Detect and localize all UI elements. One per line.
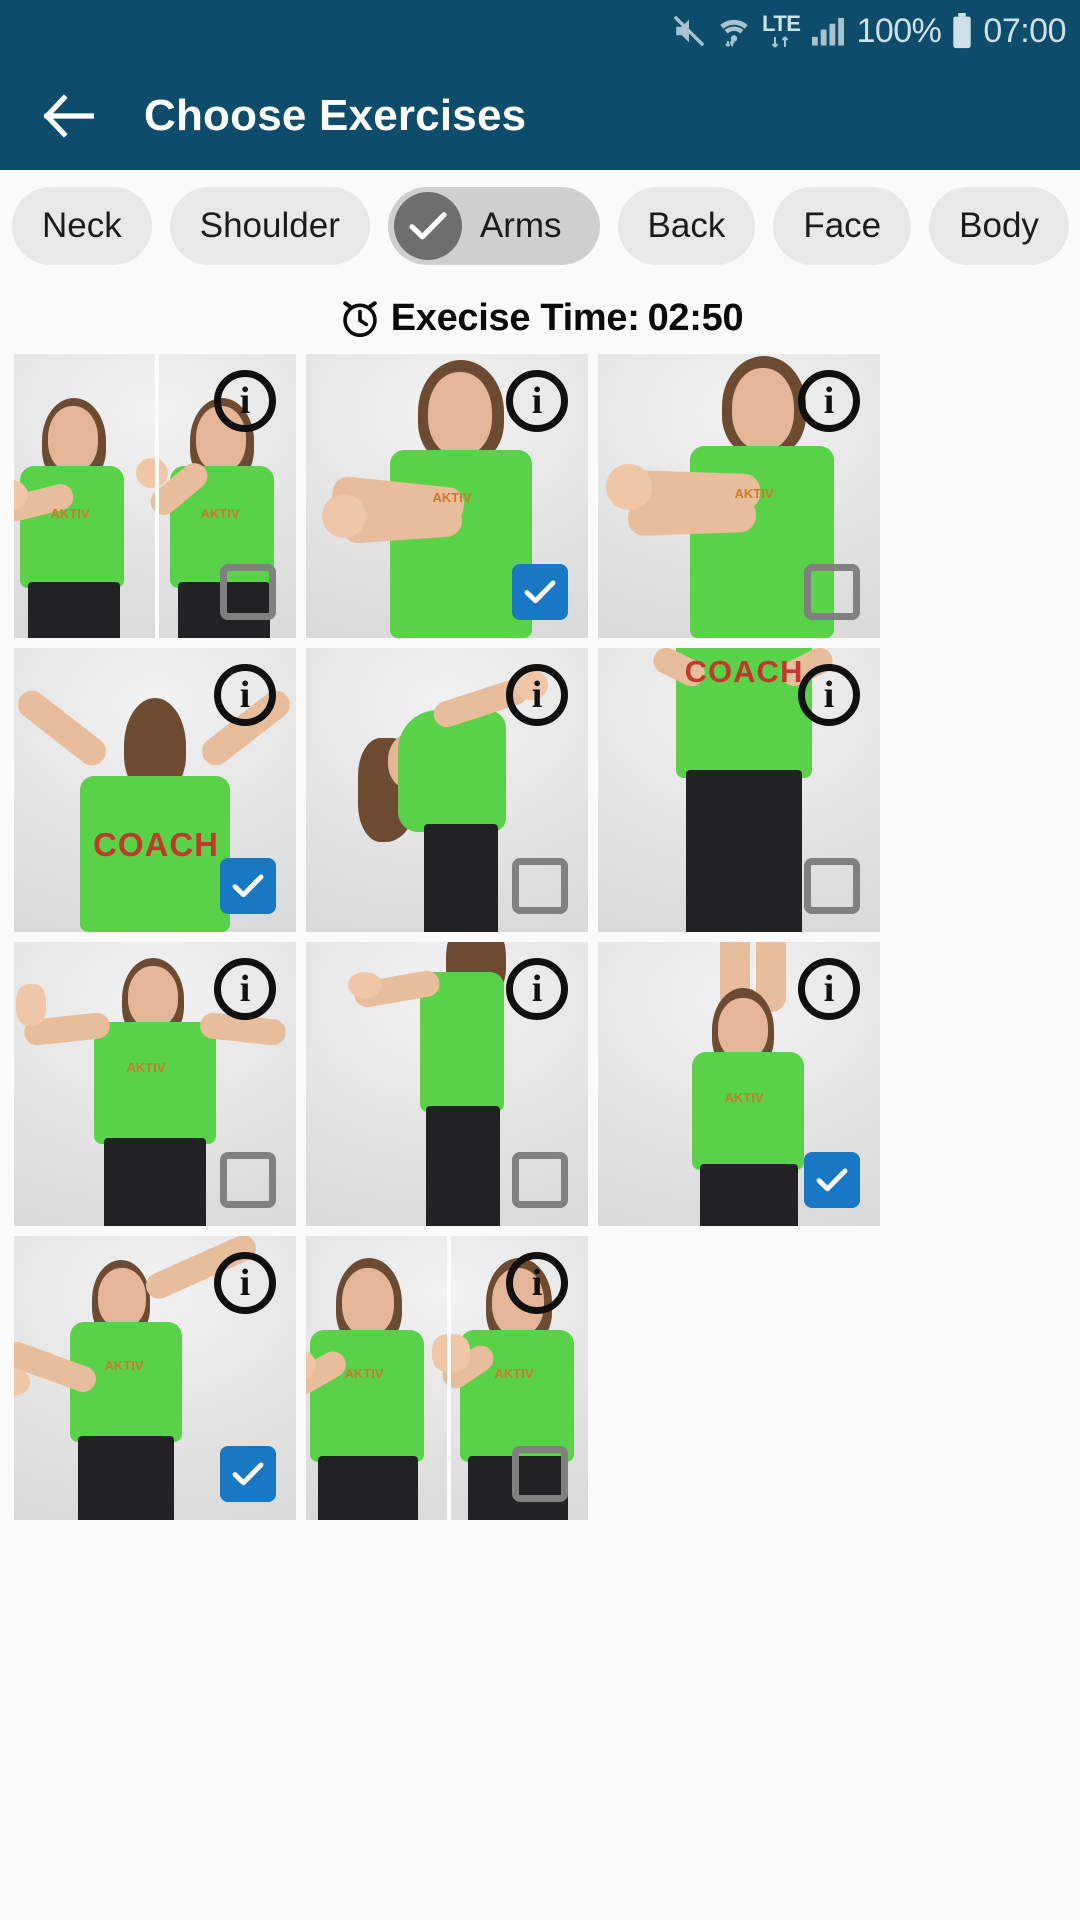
- info-icon[interactable]: i: [798, 370, 860, 432]
- info-icon[interactable]: i: [506, 370, 568, 432]
- chip-check-icon: [393, 192, 462, 260]
- app-bar: Choose Exercises: [0, 62, 1080, 170]
- exercise-time-label: Execise Time:: [390, 296, 640, 339]
- info-glyph: i: [239, 380, 251, 422]
- chip-body[interactable]: Body: [929, 187, 1069, 265]
- info-icon[interactable]: i: [214, 958, 276, 1020]
- info-icon[interactable]: i: [214, 1252, 276, 1314]
- lte-icon: LTE: [762, 11, 801, 49]
- exercise-card-1[interactable]: AKTIV AKTIV i: [14, 354, 296, 638]
- info-icon[interactable]: i: [214, 370, 276, 432]
- chip-label: Neck: [42, 206, 122, 245]
- chip-label: Body: [959, 206, 1039, 245]
- exercise-card-8[interactable]: i: [306, 942, 588, 1226]
- chip-back[interactable]: Back: [617, 187, 756, 265]
- chip-label: Back: [647, 206, 726, 245]
- exercise-card-2[interactable]: AKTIV i: [306, 354, 588, 638]
- exercise-checkbox[interactable]: [804, 564, 860, 620]
- signal-icon: [810, 15, 846, 47]
- chip-label: Face: [803, 206, 882, 245]
- page-title: Choose Exercises: [144, 91, 527, 140]
- info-icon[interactable]: i: [798, 958, 860, 1020]
- exercise-checkbox[interactable]: [512, 858, 568, 914]
- back-button[interactable]: [40, 88, 96, 144]
- shirt-coach-text: COACH: [684, 654, 804, 689]
- exercise-card-5[interactable]: i: [306, 648, 588, 932]
- exercise-checkbox[interactable]: [804, 1152, 860, 1208]
- exercise-card-10[interactable]: AKTIV i: [14, 1236, 296, 1520]
- exercise-card-3[interactable]: AKTIV i: [598, 354, 880, 638]
- battery-percent-label: 100%: [856, 12, 942, 50]
- info-icon[interactable]: i: [506, 958, 568, 1020]
- exercise-timer-row: Execise Time: 02:50: [0, 282, 1080, 354]
- chip-shoulder[interactable]: Shoulder: [169, 187, 370, 265]
- exercise-card-9[interactable]: AKTIV i: [598, 942, 880, 1226]
- info-icon[interactable]: i: [506, 1252, 568, 1314]
- exercise-checkbox[interactable]: [512, 1152, 568, 1208]
- exercise-checkbox[interactable]: [220, 564, 276, 620]
- chip-neck[interactable]: Neck: [12, 187, 152, 265]
- exercise-checkbox[interactable]: [220, 1152, 276, 1208]
- exercise-checkbox[interactable]: [512, 564, 568, 620]
- chip-label: Arms: [479, 206, 562, 245]
- info-glyph: i: [823, 380, 835, 422]
- info-icon[interactable]: i: [798, 664, 860, 726]
- info-icon[interactable]: i: [214, 664, 276, 726]
- exercise-card-6[interactable]: COACH i: [598, 648, 880, 932]
- alarm-clock-icon: [337, 295, 383, 341]
- wifi-icon: [716, 14, 752, 48]
- exercise-checkbox[interactable]: [220, 1446, 276, 1502]
- info-glyph: i: [531, 1262, 543, 1304]
- chip-arms[interactable]: Arms: [387, 187, 600, 265]
- status-clock: 07:00: [983, 11, 1066, 50]
- chip-label: Shoulder: [199, 206, 340, 245]
- lte-label: LTE: [762, 11, 801, 36]
- info-icon[interactable]: i: [506, 664, 568, 726]
- category-chip-row[interactable]: Neck Shoulder Arms Back Face Body: [0, 170, 1080, 282]
- exercise-card-11[interactable]: AKTIV AKTIV i: [306, 1236, 588, 1520]
- exercise-checkbox[interactable]: [220, 858, 276, 914]
- battery-icon: [951, 13, 973, 49]
- info-glyph: i: [239, 674, 251, 716]
- info-glyph: i: [239, 1262, 251, 1304]
- shirt-coach-text: COACH: [93, 826, 219, 863]
- exercise-card-7[interactable]: AKTIV i: [14, 942, 296, 1226]
- info-glyph: i: [531, 968, 543, 1010]
- info-glyph: i: [823, 968, 835, 1010]
- exercise-checkbox[interactable]: [512, 1446, 568, 1502]
- exercise-card-4[interactable]: COACH i: [14, 648, 296, 932]
- info-glyph: i: [823, 674, 835, 716]
- chip-face[interactable]: Face: [773, 187, 912, 265]
- mute-icon: [672, 14, 706, 48]
- exercise-checkbox[interactable]: [804, 858, 860, 914]
- exercise-time-value: 02:50: [647, 296, 744, 339]
- exercise-grid: AKTIV AKTIV i AKTIV i AKTIV i COACH i i …: [0, 354, 1080, 1520]
- back-arrow-icon: [43, 94, 94, 138]
- info-glyph: i: [239, 968, 251, 1010]
- info-glyph: i: [531, 674, 543, 716]
- info-glyph: i: [531, 380, 543, 422]
- status-bar: LTE 100% 07:00: [0, 0, 1080, 62]
